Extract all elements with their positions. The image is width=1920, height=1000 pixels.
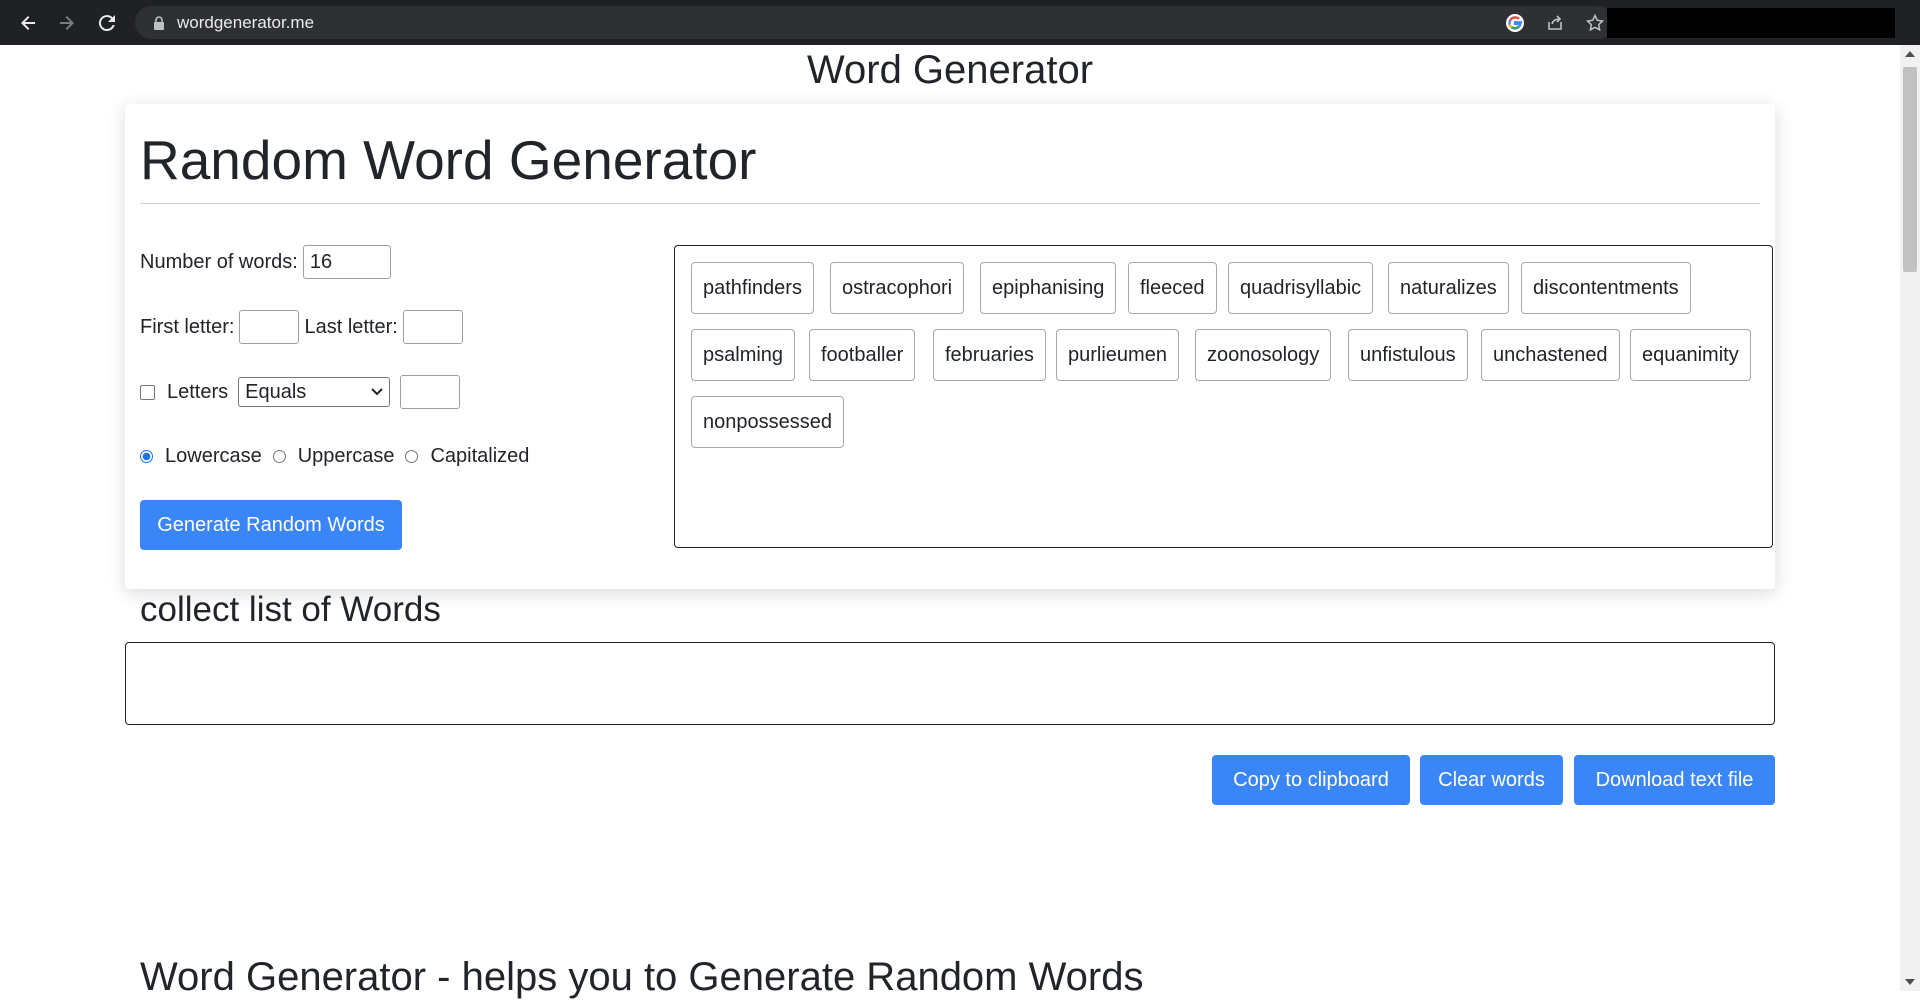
first-letter-label: First letter:	[140, 315, 235, 338]
back-arrow-icon	[21, 15, 35, 30]
scroll-down-arrow-icon[interactable]	[1905, 979, 1915, 985]
word-chip[interactable]: nonpossessed	[691, 396, 844, 448]
lock-icon	[153, 15, 165, 30]
word-chip[interactable]: fleeced	[1128, 262, 1217, 314]
word-chip[interactable]: unfistulous	[1348, 329, 1468, 381]
clear-words-button[interactable]: Clear words	[1420, 755, 1563, 805]
url-text: wordgenerator.me	[177, 12, 315, 32]
chevron-down-icon	[371, 388, 383, 396]
word-chip[interactable]: epiphanising	[980, 262, 1117, 314]
word-chip[interactable]: unchastened	[1481, 329, 1620, 381]
lowercase-radio[interactable]	[140, 450, 153, 463]
capitalized-label: Capitalized	[430, 445, 530, 467]
letters-count-input[interactable]	[400, 375, 461, 409]
last-letter-input[interactable]	[402, 310, 463, 344]
word-chip[interactable]: naturalizes	[1388, 262, 1509, 314]
forward-button[interactable]	[47, 0, 87, 45]
capitalized-radio[interactable]	[405, 450, 419, 463]
letters-checkbox[interactable]	[140, 384, 155, 400]
omnibox-icons	[1495, 6, 1615, 39]
divider	[140, 203, 1760, 204]
generated-words-box: pathfinders ostracophori epiphanising fl…	[674, 245, 1773, 548]
share-icon[interactable]	[1535, 6, 1575, 39]
word-chip[interactable]: februaries	[933, 329, 1046, 381]
word-chip[interactable]: discontentments	[1521, 262, 1691, 314]
site-title: Word Generator	[806, 48, 1094, 92]
bottom-heading: Word Generator - helps you to Generate R…	[140, 955, 1144, 999]
collect-list-title: collect list of Words	[140, 590, 441, 629]
copy-to-clipboard-button[interactable]: Copy to clipboard	[1212, 755, 1410, 805]
collected-words-box[interactable]	[125, 642, 1775, 725]
browser-toolbar: wordgenerator.me	[0, 0, 1920, 45]
reload-button[interactable]	[87, 0, 127, 45]
uppercase-label: Uppercase	[297, 445, 395, 467]
generate-random-words-button[interactable]: Generate Random Words	[140, 500, 402, 550]
redacted-area	[1607, 8, 1895, 38]
number-of-words-row: Number of words:	[140, 245, 391, 279]
word-chip[interactable]: ostracophori	[830, 262, 965, 314]
case-row: Lowercase Uppercase Capitalized	[140, 445, 529, 468]
card-title: Random Word Generator	[140, 129, 757, 191]
google-icon[interactable]	[1495, 6, 1535, 39]
first-letter-input[interactable]	[239, 310, 300, 344]
letters-row: First letter: Last letter:	[140, 310, 463, 344]
word-chip[interactable]: zoonosology	[1195, 329, 1332, 381]
letters-compare-select[interactable]: Equals	[238, 377, 391, 407]
address-bar[interactable]: wordgenerator.me	[135, 6, 1615, 39]
uppercase-radio[interactable]	[272, 450, 286, 463]
letters-label: Letters	[167, 380, 229, 403]
word-chip[interactable]: footballer	[809, 329, 916, 381]
last-letter-label: Last letter:	[304, 315, 398, 338]
page-scrollbar[interactable]	[1900, 45, 1920, 991]
word-chip[interactable]: pathfinders	[691, 262, 814, 314]
download-text-file-button[interactable]: Download text file	[1574, 755, 1775, 805]
back-button[interactable]	[8, 0, 48, 45]
word-chip[interactable]: purlieumen	[1056, 329, 1179, 381]
forward-arrow-icon	[60, 15, 74, 30]
reload-icon	[98, 14, 115, 31]
number-of-words-label: Number of words:	[140, 250, 298, 273]
word-chip[interactable]: psalming	[691, 329, 796, 381]
letters-filter-row: Letters Equals	[140, 375, 461, 409]
letters-compare-value: Equals	[245, 380, 307, 403]
word-chip[interactable]: equanimity	[1630, 329, 1751, 381]
generator-card: Random Word Generator Number of words: F…	[125, 104, 1775, 589]
lowercase-label: Lowercase	[165, 445, 262, 467]
scroll-thumb[interactable]	[1903, 67, 1917, 272]
number-of-words-input[interactable]	[302, 245, 391, 279]
scroll-up-arrow-icon[interactable]	[1905, 51, 1915, 57]
word-chip[interactable]: quadrisyllabic	[1228, 262, 1374, 314]
